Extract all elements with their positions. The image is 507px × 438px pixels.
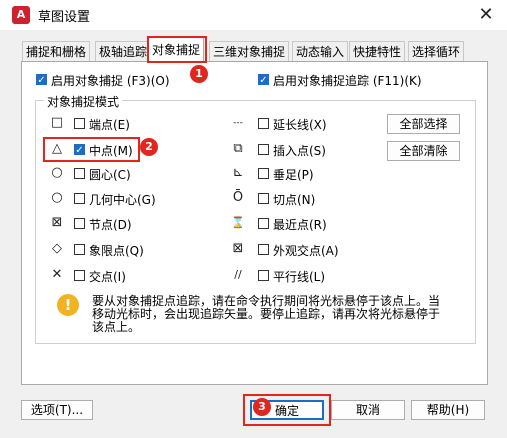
quadrant-checkbox[interactable]: [74, 244, 85, 255]
insertion-checkbox[interactable]: [258, 144, 269, 155]
insertion-label: 插入点(S): [273, 144, 326, 158]
parallel-label: 平行线(L): [273, 270, 326, 284]
tab-dynamic-input[interactable]: 动态输入: [292, 41, 349, 62]
highlight-box-tab: [147, 36, 207, 63]
perpendicular-label: 垂足(P): [273, 168, 314, 182]
step-badge-3: 3: [253, 398, 271, 416]
geometric-center-checkbox[interactable]: [74, 193, 85, 204]
nearest-marker-icon: ⌛: [231, 216, 245, 229]
select-all-button[interactable]: 全部选择: [387, 114, 460, 134]
info-line-3: 该点上。: [92, 320, 141, 334]
tab-selection-cycling[interactable]: 选择循环: [408, 41, 465, 62]
close-icon[interactable]: ✕: [472, 3, 500, 27]
tab-snap-grid[interactable]: 捕捉和栅格: [22, 41, 91, 62]
apparent-intersection-label: 外观交点(A): [273, 244, 339, 258]
autocad-logo-icon: A: [12, 6, 30, 24]
geometric-center-marker-icon: ○: [51, 190, 63, 205]
tab-polar-tracking[interactable]: 极轴追踪: [95, 41, 152, 62]
parallel-marker-icon: //: [234, 268, 242, 281]
info-icon: !: [57, 294, 79, 316]
cancel-button[interactable]: 取消: [331, 400, 405, 420]
tangent-checkbox[interactable]: [258, 193, 269, 204]
intersection-label: 交点(I): [89, 270, 126, 284]
perpendicular-marker-icon: ⊾: [232, 165, 244, 180]
endpoint-label: 端点(E): [89, 118, 130, 132]
apparent-intersection-checkbox[interactable]: [258, 244, 269, 255]
highlight-box-midpoint: [43, 137, 140, 162]
nearest-label: 最近点(R): [273, 218, 327, 232]
enable-osnap-checkbox[interactable]: ✓: [36, 74, 47, 86]
geometric-center-label: 几何中心(G): [89, 193, 156, 207]
enable-tracking-label: 启用对象捕捉追踪 (F11)(K): [273, 74, 422, 88]
group-title: 对象捕捉模式: [44, 93, 123, 110]
endpoint-checkbox[interactable]: [74, 118, 85, 129]
step-badge-1: 1: [190, 65, 208, 83]
tab-quick-properties[interactable]: 快捷特性: [349, 41, 406, 62]
nearest-checkbox[interactable]: [258, 218, 269, 229]
options-button[interactable]: 选项(T)...: [21, 400, 93, 420]
extension-checkbox[interactable]: [258, 118, 269, 129]
help-button[interactable]: 帮助(H): [411, 400, 485, 420]
info-line-2: 移动光标时，会出现追踪矢量。要停止追踪，请再次将光标悬停于: [92, 307, 441, 321]
extension-label: 延长线(X): [273, 118, 327, 132]
tangent-marker-icon: Ō: [232, 190, 244, 205]
node-label: 节点(D): [89, 218, 132, 232]
apparent-intersection-marker-icon: ⊠: [232, 241, 244, 256]
tangent-label: 切点(N): [273, 193, 316, 207]
node-marker-icon: ⊠: [51, 215, 63, 230]
clear-all-button[interactable]: 全部清除: [387, 141, 460, 161]
center-marker-icon: ○: [51, 165, 63, 180]
extension-marker-icon: ---: [233, 118, 243, 128]
enable-osnap-label: 启用对象捕捉 (F3)(O): [51, 74, 170, 88]
window-title: 草图设置: [38, 10, 91, 25]
parallel-checkbox[interactable]: [258, 270, 269, 281]
perpendicular-checkbox[interactable]: [258, 168, 269, 179]
quadrant-label: 象限点(Q): [89, 244, 144, 258]
step-badge-2: 2: [140, 138, 158, 156]
endpoint-marker-icon: □: [50, 115, 64, 130]
intersection-checkbox[interactable]: [74, 270, 85, 281]
center-checkbox[interactable]: [74, 168, 85, 179]
enable-tracking-checkbox[interactable]: ✓: [258, 74, 269, 86]
center-label: 圆心(C): [89, 168, 131, 182]
insertion-marker-icon: ⧉: [233, 141, 243, 156]
node-checkbox[interactable]: [74, 218, 85, 229]
tab-3d-object-snap[interactable]: 三维对象捕捉: [209, 41, 290, 62]
intersection-marker-icon: ✕: [51, 267, 63, 282]
quadrant-marker-icon: ◇: [52, 241, 62, 256]
info-text: 要从对象捕捉点追踪，请在命令执行期间将光标悬停于该点上。当 移动光标时，会出现追…: [92, 295, 452, 334]
